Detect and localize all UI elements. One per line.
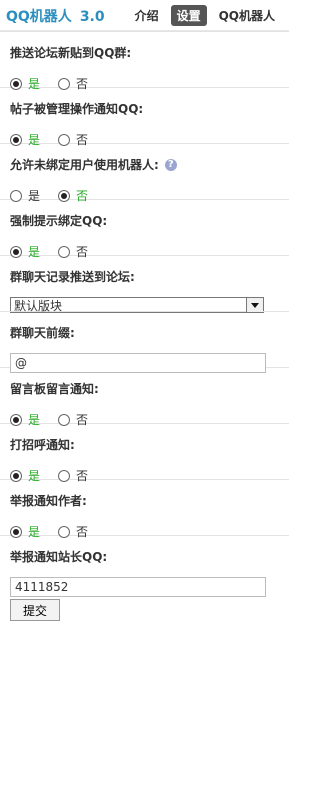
radio-yes-label: 是 xyxy=(28,245,41,259)
radio-button[interactable] xyxy=(58,413,71,426)
app-title-text: QQ机器人 xyxy=(6,9,72,25)
radio-button[interactable] xyxy=(58,77,71,90)
radio-button[interactable] xyxy=(10,133,22,146)
setting-label: 留言板留言通知: xyxy=(10,382,99,396)
radio-yes[interactable]: 是 xyxy=(10,523,40,540)
radio-yes[interactable]: 是 xyxy=(10,187,40,204)
setting-greet-notify: 打招呼通知: 是 否 xyxy=(0,423,289,483)
setting-label: 允许未绑定用户使用机器人: ? xyxy=(10,156,279,173)
radio-no-label: 否 xyxy=(76,469,89,483)
header: QQ机器人 3.0 介绍 设置 QQ机器人 xyxy=(0,0,289,31)
radio-no[interactable]: 否 xyxy=(58,467,88,484)
radio-button[interactable] xyxy=(10,189,22,202)
radio-no-label: 否 xyxy=(76,245,89,259)
app-title: QQ机器人 3.0 xyxy=(6,6,105,26)
radio-button[interactable] xyxy=(58,525,71,538)
radio-yes[interactable]: 是 xyxy=(10,411,40,428)
setting-guestbook-notify: 留言板留言通知: 是 否 xyxy=(0,367,289,427)
setting-group-chat-to-forum: 群聊天记录推送到论坛: 默认版块 xyxy=(0,255,289,313)
tabs: 介绍 设置 QQ机器人 xyxy=(129,5,281,26)
radio-button[interactable] xyxy=(10,245,22,258)
setting-post-admin-notify: 帖子被管理操作通知QQ: 是 否 xyxy=(0,87,289,147)
tab-intro[interactable]: 介绍 xyxy=(129,5,165,26)
submit-button[interactable]: 提交 xyxy=(10,599,60,621)
radio-yes[interactable]: 是 xyxy=(10,243,40,260)
setting-force-bind-prompt: 强制提示绑定QQ: 是 否 xyxy=(0,199,289,259)
question-icon[interactable]: ? xyxy=(164,158,177,171)
setting-allow-unbound-users: 允许未绑定用户使用机器人: ? 是 否 xyxy=(0,143,289,203)
setting-label: 推送论坛新贴到QQ群: xyxy=(10,46,132,60)
radio-button[interactable] xyxy=(58,189,71,202)
tab-qq-robot[interactable]: QQ机器人 xyxy=(213,5,281,26)
radio-no[interactable]: 否 xyxy=(58,75,88,92)
radio-no[interactable]: 否 xyxy=(58,243,88,260)
setting-label-text: 允许未绑定用户使用机器人: xyxy=(10,158,159,172)
radio-button[interactable] xyxy=(58,133,71,146)
radio-no[interactable]: 否 xyxy=(58,411,88,428)
setting-label: 强制提示绑定QQ: xyxy=(10,214,108,228)
setting-label: 举报通知站长QQ: xyxy=(10,550,108,564)
radio-yes[interactable]: 是 xyxy=(10,467,40,484)
radio-no-label: 否 xyxy=(76,525,89,539)
setting-label: 打招呼通知: xyxy=(10,438,75,452)
setting-label: 群聊天前缀: xyxy=(10,326,75,340)
radio-no[interactable]: 否 xyxy=(58,523,88,540)
radio-no[interactable]: 否 xyxy=(58,131,88,148)
radio-yes-label: 是 xyxy=(28,189,41,203)
tab-settings[interactable]: 设置 xyxy=(170,5,207,26)
admin-qq-input[interactable] xyxy=(10,577,266,597)
radio-yes-label: 是 xyxy=(28,77,41,91)
radio-button[interactable] xyxy=(58,469,71,482)
radio-button[interactable] xyxy=(10,413,22,426)
forum-select-value: 默认版块 xyxy=(14,298,63,313)
radio-yes-label: 是 xyxy=(28,469,41,483)
radio-button[interactable] xyxy=(58,245,71,258)
chevron-down-icon[interactable] xyxy=(246,298,263,312)
radio-no-label: 否 xyxy=(76,189,89,203)
radio-no-label: 否 xyxy=(76,133,89,147)
radio-button[interactable] xyxy=(10,469,22,482)
setting-push-forum-posts: 推送论坛新贴到QQ群: 是 否 xyxy=(0,31,289,91)
setting-report-notify-author: 举报通知作者: 是 否 xyxy=(0,479,289,539)
radio-yes[interactable]: 是 xyxy=(10,75,40,92)
radio-yes-label: 是 xyxy=(28,525,41,539)
radio-yes-label: 是 xyxy=(28,133,41,147)
radio-button[interactable] xyxy=(10,525,22,538)
radio-yes[interactable]: 是 xyxy=(10,131,40,148)
forum-select[interactable]: 默认版块 xyxy=(10,297,264,313)
setting-label: 举报通知作者: xyxy=(10,494,87,508)
radio-yes-label: 是 xyxy=(28,413,41,427)
app-version: 3.0 xyxy=(79,9,105,25)
prefix-input[interactable] xyxy=(10,353,266,373)
radio-no-label: 否 xyxy=(76,413,89,427)
setting-label: 群聊天记录推送到论坛: xyxy=(10,270,135,284)
radio-no[interactable]: 否 xyxy=(58,187,88,204)
setting-label: 帖子被管理操作通知QQ: xyxy=(10,102,144,116)
setting-group-chat-prefix: 群聊天前缀: xyxy=(0,311,289,373)
setting-report-notify-admin-qq: 举报通知站长QQ: xyxy=(0,535,289,597)
radio-no-label: 否 xyxy=(76,77,89,91)
radio-button[interactable] xyxy=(10,77,22,90)
